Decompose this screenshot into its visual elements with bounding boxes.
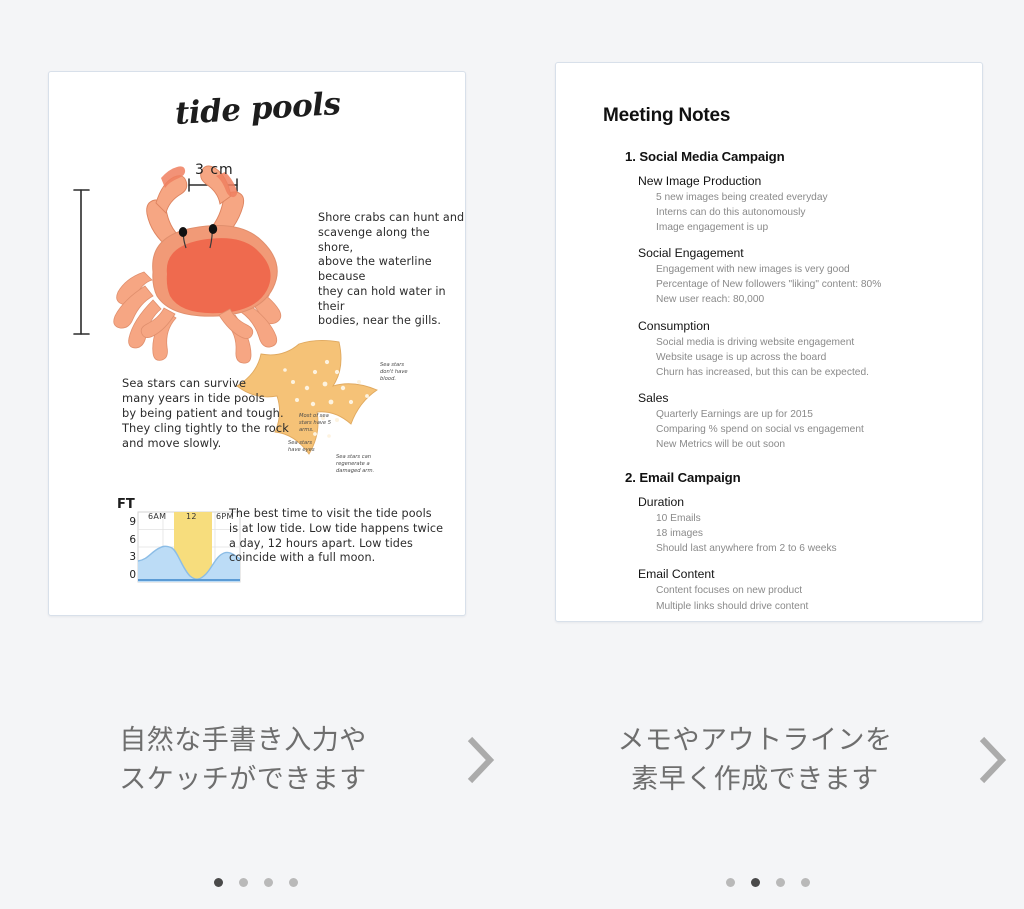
bullet-line: New Metrics will be out soon xyxy=(656,439,786,451)
micro-note-regenerate: Sea stars can regenerate a damaged arm. xyxy=(336,454,375,474)
crab-note: Shore crabs can hunt and scavenge along … xyxy=(318,211,465,328)
notes-group: Email Content Content focuses on new pro… xyxy=(638,567,982,613)
page-dot[interactable] xyxy=(751,878,760,887)
bullet-line: Quarterly Earnings are up for 2015 xyxy=(656,408,813,420)
group-heading: Duration xyxy=(638,495,685,510)
caption-row-notes: メモやアウトラインを 素早く作成できます xyxy=(512,700,1024,820)
next-arrow-icon[interactable] xyxy=(960,734,1024,786)
y-tick: 3 xyxy=(129,551,136,563)
page-dot[interactable] xyxy=(289,878,298,887)
notes-group: Social Engagement Engagement with new im… xyxy=(638,246,982,307)
group-heading: Email Content xyxy=(638,567,715,582)
pane-handwriting[interactable]: tide pools 3 cm Shore crabs can hunt and… xyxy=(0,0,512,909)
bullet-line: 5 new images being created everyday xyxy=(656,192,828,203)
chevron-right-icon xyxy=(467,736,495,784)
group-heading: Consumption xyxy=(638,318,710,333)
section-heading: 2. Email Campaign xyxy=(625,470,741,486)
page-dot[interactable] xyxy=(214,878,223,887)
bullet-line: 18 images xyxy=(656,528,704,540)
notes-group: Duration 10 Emails 18 images Should last… xyxy=(638,495,982,556)
bullet-line: 10 Emails xyxy=(656,513,701,525)
tide-chart xyxy=(137,511,241,583)
bullet-line: Comparing % spend on social vs engagemen… xyxy=(656,423,864,435)
bullet-line: Social media is driving website engageme… xyxy=(656,336,855,348)
bullet-line: Content focuses on new product xyxy=(656,585,803,597)
caption-handwriting: 自然な手書き入力や スケッチができます xyxy=(119,724,367,795)
page-dot[interactable] xyxy=(264,878,273,887)
tide-note: The best time to visit the tide pools is… xyxy=(229,507,444,565)
sketch-canvas[interactable]: tide pools 3 cm Shore crabs can hunt and… xyxy=(49,72,465,615)
caption-notes: メモやアウトラインを 素早く作成できます xyxy=(617,724,893,795)
notes-section: 2. Email Campaign Duration 10 Emails 18 … xyxy=(625,470,982,621)
bullet-line: Percentage of New followers "liking" con… xyxy=(656,279,882,291)
micro-note-blood: Sea stars don't have blood. xyxy=(380,362,408,382)
pane-notes[interactable]: Meeting Notes 1. Social Media Campaign N… xyxy=(512,0,1024,909)
sketch-page-card[interactable]: tide pools 3 cm Shore crabs can hunt and… xyxy=(48,71,466,616)
notes-document[interactable]: Meeting Notes 1. Social Media Campaign N… xyxy=(556,63,982,621)
crab-drawing xyxy=(113,165,282,364)
notes-group: Sales Quarterly Earnings are up for 2015… xyxy=(638,391,982,452)
bullet-line: Website usage is up across the board xyxy=(656,351,827,363)
tide-chart-ylabel: FT xyxy=(117,497,135,512)
section-heading: 1. Social Media Campaign xyxy=(625,149,785,164)
x-tick: 12 xyxy=(186,512,197,521)
micro-note-arms: Most of sea stars have 5 arms. xyxy=(299,413,332,433)
notes-group: Consumption Social media is driving webs… xyxy=(638,319,982,380)
page-dots-notes[interactable] xyxy=(512,878,1024,887)
bullet-line: Should last anywhere from 2 to 6 weeks xyxy=(656,543,837,555)
scale-label: 3 cm xyxy=(195,162,234,178)
bullet-line: Multiple links should drive content xyxy=(656,600,809,612)
y-tick: 9 xyxy=(129,516,136,528)
notes-section: 1. Social Media Campaign New Image Produ… xyxy=(625,149,982,452)
next-arrow-icon[interactable] xyxy=(448,734,512,786)
chevron-right-icon xyxy=(979,736,1007,784)
bullet-line: Image engagement is up xyxy=(656,222,769,234)
group-heading: Social Engagement xyxy=(638,246,744,261)
x-tick: 6PM xyxy=(216,512,234,521)
page-dots-handwriting[interactable] xyxy=(0,878,512,887)
bullet-line: New user reach: 80,000 xyxy=(656,294,765,306)
panes-container: tide pools 3 cm Shore crabs can hunt and… xyxy=(0,0,1024,909)
group-heading: New Image Production xyxy=(638,174,762,188)
page-dot[interactable] xyxy=(239,878,248,887)
starfish-note: Sea stars can survive many years in tide… xyxy=(122,376,289,451)
y-tick: 0 xyxy=(129,568,136,581)
onboarding-carousel: tide pools 3 cm Shore crabs can hunt and… xyxy=(0,0,1024,909)
micro-note-eyes: Sea stars have eyes xyxy=(288,440,315,453)
bullet-line: Churn has increased, but this can be exp… xyxy=(656,366,869,378)
bullet-line: Engagement with new images is very good xyxy=(656,264,850,276)
group-heading: Sales xyxy=(638,390,669,405)
notes-group: New Image Production 5 new images being … xyxy=(638,174,982,235)
notes-page-card[interactable]: Meeting Notes 1. Social Media Campaign N… xyxy=(555,62,983,622)
tide-chart-y-ticks: 9 6 3 0 xyxy=(122,516,136,586)
y-tick: 6 xyxy=(129,533,136,546)
page-title: Meeting Notes xyxy=(603,105,731,126)
page-dot[interactable] xyxy=(776,878,785,887)
page-dot[interactable] xyxy=(726,878,735,887)
caption-row-handwriting: 自然な手書き入力や スケッチができます xyxy=(0,700,512,820)
page-dot[interactable] xyxy=(801,878,810,887)
x-tick: 6AM xyxy=(148,512,167,521)
bullet-line: Interns can do this autonomously xyxy=(656,207,806,219)
